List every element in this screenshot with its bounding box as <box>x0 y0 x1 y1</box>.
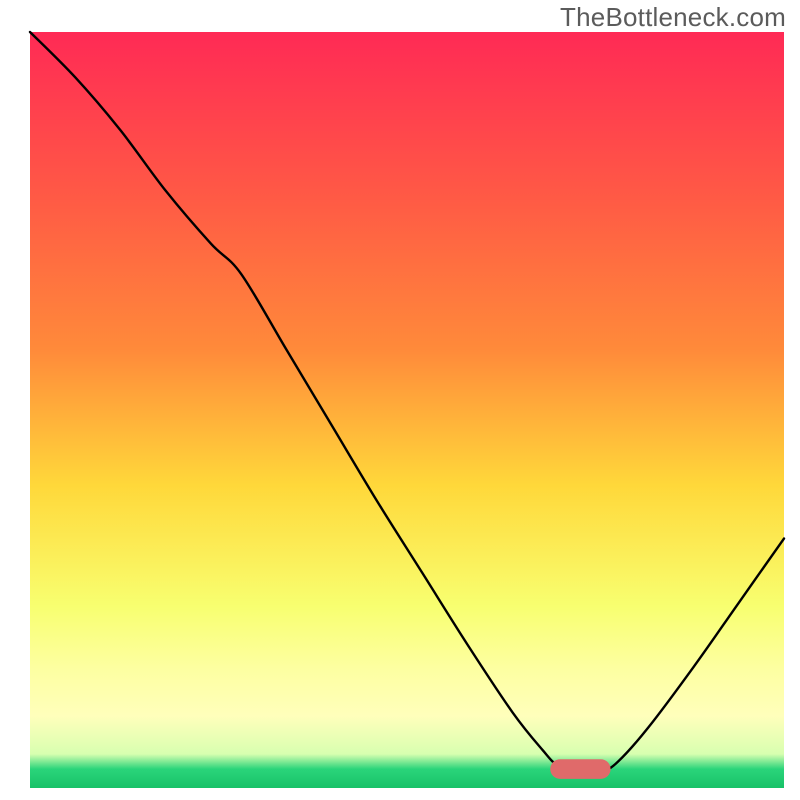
chart-container: TheBottleneck.com <box>0 0 800 800</box>
watermark-text: TheBottleneck.com <box>560 2 786 33</box>
bottleneck-chart <box>0 0 800 800</box>
